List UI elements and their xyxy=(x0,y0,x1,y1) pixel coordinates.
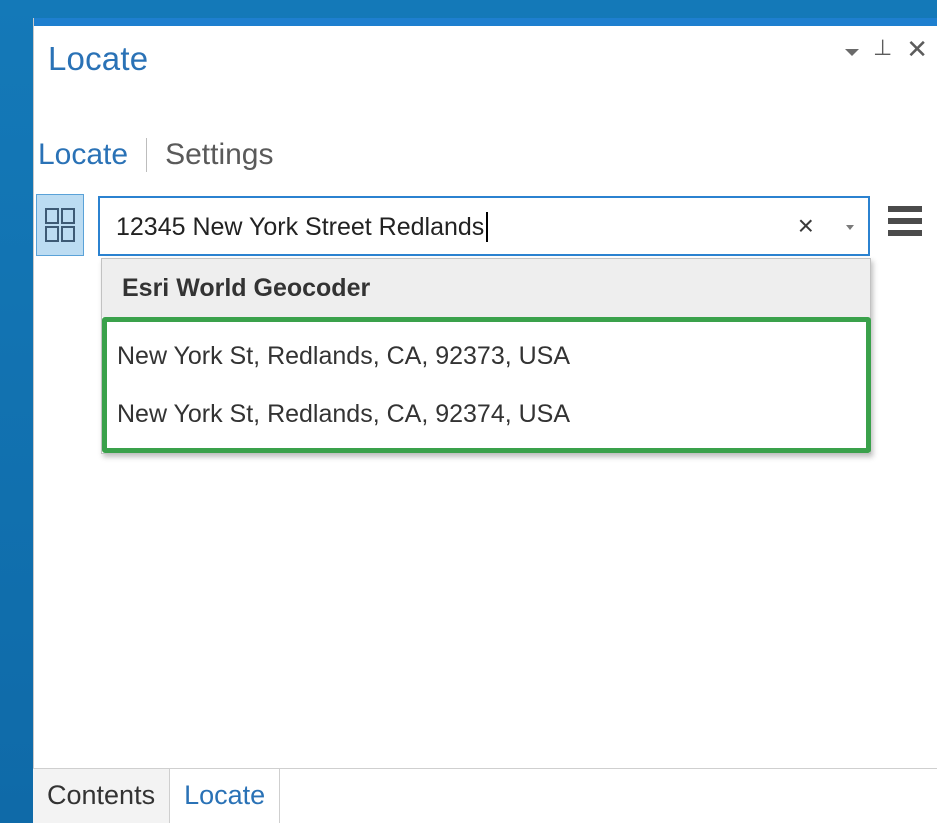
suggestion-item[interactable]: New York St, Redlands, CA, 92374, USA xyxy=(107,385,866,443)
pane-options-dropdown-icon[interactable] xyxy=(845,48,860,56)
tab-contents[interactable]: Contents xyxy=(33,769,170,823)
locator-grid-button[interactable] xyxy=(36,194,84,256)
subtab-bar: Locate Settings xyxy=(38,138,273,172)
grid-icon xyxy=(45,208,75,242)
search-input[interactable]: 12345 New York Street Redlands × xyxy=(98,196,870,256)
search-history-dropdown-icon[interactable] xyxy=(846,225,854,230)
close-icon[interactable]: ✕ xyxy=(906,36,928,62)
suggestion-item[interactable]: New York St, Redlands, CA, 92373, USA xyxy=(107,327,866,385)
pane-controls: ⊥ ✕ xyxy=(845,36,928,62)
tab-locate[interactable]: Locate xyxy=(38,138,128,172)
hamburger-menu-icon[interactable] xyxy=(888,206,922,244)
suggestions-dropdown: Esri World Geocoder New York St, Redland… xyxy=(101,258,871,454)
pane-accent-bar xyxy=(34,18,937,26)
suggestions-list: New York St, Redlands, CA, 92373, USA Ne… xyxy=(102,317,871,453)
bottom-tab-bar: Contents Locate xyxy=(33,768,937,823)
locate-pane: Locate ⊥ ✕ Locate Settings 12345 New Yor… xyxy=(33,18,937,768)
pane-title: Locate xyxy=(48,40,149,77)
tab-settings[interactable]: Settings xyxy=(165,138,273,172)
clear-icon[interactable]: × xyxy=(798,210,814,242)
suggestions-header: Esri World Geocoder xyxy=(102,259,870,317)
search-input-value: 12345 New York Street Redlands xyxy=(116,212,489,242)
tab-locate-bottom[interactable]: Locate xyxy=(169,769,281,823)
subtab-divider xyxy=(146,138,148,172)
pin-icon[interactable]: ⊥ xyxy=(873,38,892,60)
